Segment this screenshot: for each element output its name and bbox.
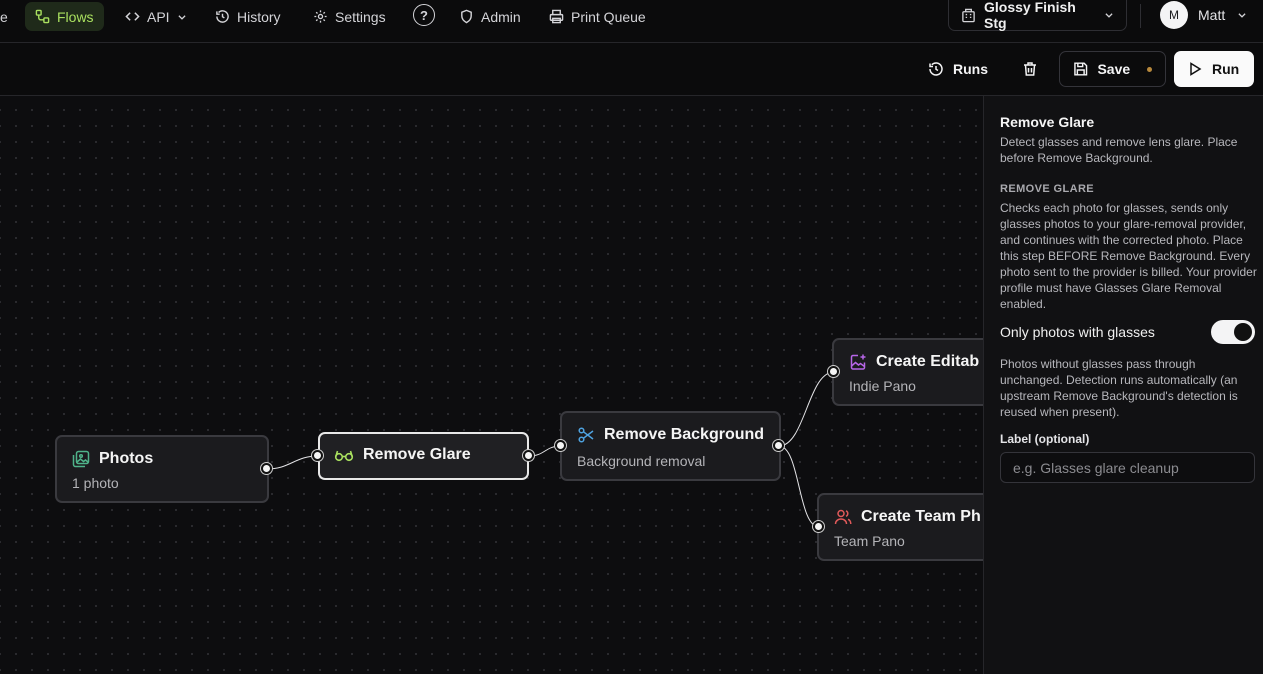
- run-label: Run: [1212, 61, 1240, 77]
- label-field-label: Label (optional): [1000, 432, 1090, 446]
- node-photos-title: Photos: [99, 450, 154, 467]
- runs-label: Runs: [953, 61, 988, 77]
- nav-api-label: API: [147, 8, 170, 25]
- node-settings-panel: Remove Glare Detect glasses and remove l…: [983, 96, 1263, 674]
- node-remove-glare-output-handle[interactable]: [523, 450, 534, 461]
- edge-photos-to-glare[interactable]: [266, 455, 319, 470]
- panel-note: Photos without glasses pass through unch…: [1000, 357, 1238, 419]
- flow-toolbar: Runs Save Run: [0, 43, 1263, 96]
- node-create-team-title-row: Create Team Ph: [834, 508, 981, 526]
- users-icon: [834, 509, 852, 525]
- chevron-down-icon: [178, 14, 186, 20]
- label-input[interactable]: [1000, 452, 1255, 483]
- edge-background-to-editable[interactable]: [778, 371, 835, 447]
- toggle-knob: [1234, 323, 1252, 341]
- panel-section-heading: REMOVE GLARE: [1000, 183, 1095, 195]
- chevron-down-icon: [1105, 13, 1113, 18]
- save-label: Save: [1097, 61, 1131, 77]
- flow-canvas[interactable]: Photos 1 photo Remove Glare Remove Backg…: [0, 96, 983, 674]
- nav-history-label: History: [237, 8, 281, 25]
- nav-item-settings[interactable]: Settings: [303, 2, 396, 31]
- node-remove-background-title-row: Remove Background: [577, 426, 764, 444]
- node-photos-title-row: Photos: [72, 450, 153, 468]
- nav-item-flows[interactable]: Flows: [25, 2, 104, 31]
- workspace-selector[interactable]: Glossy Finish Stg: [948, 0, 1127, 31]
- node-photos-subtitle: 1 photo: [72, 475, 119, 491]
- user-name: Matt: [1198, 7, 1226, 23]
- node-remove-glare-title: Remove Glare: [363, 446, 471, 463]
- panel-section-body: Checks each photo for glasses, sends onl…: [1000, 201, 1257, 311]
- help-icon: ?: [420, 7, 428, 23]
- history-icon: [216, 10, 229, 23]
- node-create-editable-subtitle: Indie Pano: [849, 378, 916, 394]
- node-remove-background-input-handle[interactable]: [555, 440, 566, 451]
- run-button[interactable]: Run: [1174, 51, 1254, 87]
- node-remove-background-output-handle[interactable]: [773, 440, 784, 451]
- help-button[interactable]: ?: [413, 4, 435, 26]
- edge-background-to-team[interactable]: [778, 445, 820, 528]
- image-stack-icon: [72, 450, 90, 468]
- node-create-editable-title-row: Create Editab: [849, 353, 979, 371]
- glasses-icon: [334, 450, 354, 462]
- printer-icon: [549, 9, 564, 24]
- flow-icon: [35, 9, 50, 24]
- node-remove-glare-input-handle[interactable]: [312, 450, 323, 461]
- node-remove-glare[interactable]: Remove Glare: [318, 432, 529, 480]
- node-remove-background-title: Remove Background: [604, 426, 765, 443]
- panel-description: Detect glasses and remove lens glare. Pl…: [1000, 135, 1238, 165]
- scissors-icon: [578, 427, 594, 443]
- node-create-team-subtitle: Team Pano: [834, 533, 905, 549]
- save-button[interactable]: Save: [1059, 51, 1166, 87]
- nav-item-api[interactable]: API: [115, 2, 197, 31]
- node-create-team[interactable]: Create Team Ph Team Pano: [817, 493, 983, 561]
- history-icon: [929, 62, 943, 76]
- node-photos[interactable]: Photos 1 photo: [55, 435, 269, 503]
- building-icon: [962, 8, 975, 22]
- nav-admin-label: Admin: [481, 8, 521, 25]
- nav-item-partial-label: e: [0, 8, 8, 25]
- shield-icon: [461, 9, 472, 24]
- runs-button[interactable]: Runs: [915, 51, 1001, 87]
- node-remove-background[interactable]: Remove Background Background removal: [560, 411, 781, 481]
- node-create-editable-input-handle[interactable]: [828, 366, 839, 377]
- panel-title: Remove Glare: [1000, 114, 1095, 130]
- top-navigation: e Flows API History Settings ? Admin Pri…: [0, 0, 1263, 43]
- user-menu[interactable]: M Matt: [1160, 1, 1247, 29]
- nav-settings-label: Settings: [335, 8, 386, 25]
- nav-item-partial[interactable]: e: [0, 2, 18, 31]
- nav-item-history[interactable]: History: [205, 2, 291, 31]
- node-create-team-input-handle[interactable]: [813, 521, 824, 532]
- code-icon: [125, 12, 140, 21]
- workspace-name: Glossy Finish Stg: [984, 0, 1076, 31]
- avatar: M: [1160, 1, 1188, 29]
- nav-flows-label: Flows: [57, 8, 94, 25]
- glasses-only-toggle[interactable]: [1211, 320, 1255, 344]
- node-create-editable-title: Create Editab: [876, 353, 980, 370]
- node-create-team-title: Create Team Ph: [861, 508, 981, 525]
- nav-divider: [1140, 4, 1141, 28]
- glasses-only-toggle-label: Only photos with glasses: [1000, 324, 1155, 340]
- chevron-down-icon: [1238, 13, 1246, 18]
- save-icon: [1074, 62, 1088, 76]
- node-remove-background-subtitle: Background removal: [577, 453, 706, 469]
- trash-icon: [1024, 62, 1036, 76]
- nav-item-print-queue[interactable]: Print Queue: [539, 2, 656, 31]
- unsaved-indicator: [1147, 66, 1152, 72]
- nav-item-admin[interactable]: Admin: [449, 2, 531, 31]
- gear-icon: [314, 10, 327, 23]
- node-remove-glare-title-row: Remove Glare: [334, 446, 471, 464]
- delete-button[interactable]: [1009, 51, 1051, 87]
- node-create-editable[interactable]: Create Editab Indie Pano: [832, 338, 983, 406]
- node-photos-output-handle[interactable]: [261, 463, 272, 474]
- play-icon: [1190, 62, 1202, 76]
- image-sparkle-icon: [850, 354, 866, 370]
- nav-print-queue-label: Print Queue: [571, 8, 646, 25]
